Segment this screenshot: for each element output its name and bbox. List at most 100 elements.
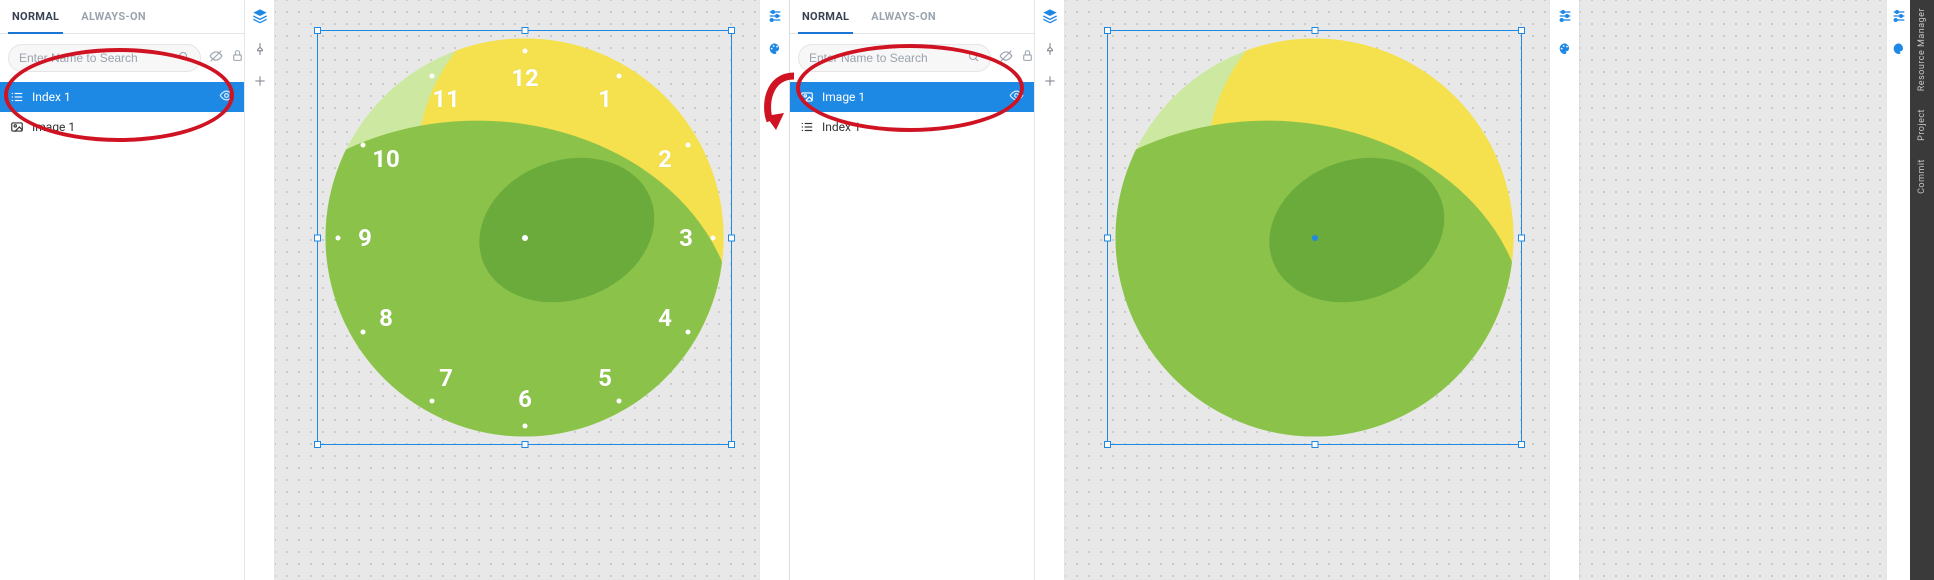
layer-actions (999, 49, 1034, 67)
resize-handle[interactable] (1518, 441, 1525, 448)
clock-number: 9 (358, 224, 372, 252)
settings-sliders-icon[interactable] (767, 8, 783, 28)
clock-number: 6 (518, 385, 532, 413)
canvas-extra[interactable] (1580, 0, 1886, 580)
pin-icon[interactable] (253, 42, 267, 60)
paint-icon[interactable] (1557, 42, 1573, 62)
search-row (790, 34, 1034, 78)
resize-handle[interactable] (1518, 27, 1525, 34)
resize-handle[interactable] (314, 441, 321, 448)
clock-center-only (1108, 31, 1521, 444)
plus-icon[interactable] (1043, 74, 1057, 92)
clock-tick (430, 399, 435, 404)
clock-tick (523, 424, 528, 429)
clock-number: 8 (379, 304, 393, 332)
selection-bounds[interactable] (1107, 30, 1522, 445)
resize-handle[interactable] (1104, 27, 1111, 34)
resize-handle[interactable] (521, 27, 528, 34)
resize-handle[interactable] (521, 441, 528, 448)
pin-icon[interactable] (1043, 42, 1057, 60)
resize-handle[interactable] (1311, 441, 1318, 448)
resize-handle[interactable] (1104, 234, 1111, 241)
resize-handle[interactable] (314, 27, 321, 34)
layer-item-index[interactable]: Index 1 (0, 82, 244, 112)
tab-always-on[interactable]: ALWAYS-ON (77, 2, 150, 33)
layer-item-image[interactable]: Image 1 (790, 82, 1034, 112)
clock-tick (523, 49, 528, 54)
search-input[interactable] (19, 51, 174, 65)
clock-number: 4 (658, 304, 672, 332)
extra-canvas-area: Resource Manager Project Commit (1580, 0, 1934, 580)
clock-number: 7 (439, 364, 453, 392)
resize-handle[interactable] (728, 234, 735, 241)
clock-number: 5 (598, 364, 612, 392)
layers-icon[interactable] (1042, 8, 1058, 28)
layer-item-index[interactable]: Index 1 (790, 112, 1034, 142)
resize-handle[interactable] (1311, 27, 1318, 34)
lock-icon[interactable] (1021, 49, 1034, 67)
clock-face-index: 12 1 2 3 4 5 6 7 8 9 10 11 (318, 31, 731, 444)
clock-tick (361, 143, 366, 148)
visibility-on-icon[interactable] (219, 88, 234, 106)
clock-number: 11 (432, 85, 460, 113)
tab-always-on[interactable]: ALWAYS-ON (867, 2, 940, 33)
paint-icon[interactable] (1891, 42, 1907, 62)
resize-handle[interactable] (1104, 441, 1111, 448)
clock-tick (711, 236, 716, 241)
tab-normal[interactable]: NORMAL (8, 2, 63, 33)
plus-icon[interactable] (253, 74, 267, 92)
settings-sliders-icon[interactable] (1891, 8, 1907, 28)
dock-tab-resource-manager[interactable]: Resource Manager (1917, 8, 1927, 91)
properties-tool-strip (1549, 0, 1579, 580)
selection-center (1312, 235, 1318, 241)
dock-tab-commit[interactable]: Commit (1917, 159, 1927, 194)
tab-bar: NORMAL ALWAYS-ON (0, 0, 244, 34)
paint-icon[interactable] (767, 42, 783, 62)
properties-tool-strip (1886, 0, 1910, 580)
clock-number: 1 (598, 85, 612, 113)
search-icon (968, 51, 980, 66)
layer-item-image[interactable]: Image 1 (0, 112, 244, 142)
selection-bounds[interactable]: 12 1 2 3 4 5 6 7 8 9 10 11 (317, 30, 732, 445)
panel-before: NORMAL ALWAYS-ON (0, 0, 790, 580)
index-icon (800, 121, 814, 133)
resize-handle[interactable] (728, 441, 735, 448)
clock-tick (430, 74, 435, 79)
lock-icon[interactable] (231, 49, 244, 67)
layer-label: Index 1 (32, 90, 71, 104)
index-icon (10, 91, 24, 103)
layer-label: Image 1 (32, 120, 75, 134)
search-input-wrap[interactable] (798, 44, 991, 72)
clock-number: 2 (658, 145, 672, 173)
clock-tick (686, 143, 691, 148)
properties-tool-strip (759, 0, 789, 580)
clock-tick (686, 330, 691, 335)
layer-sidebar: NORMAL ALWAYS-ON (790, 0, 1035, 580)
search-input-wrap[interactable] (8, 44, 201, 72)
resize-handle[interactable] (728, 27, 735, 34)
tool-strip (245, 0, 275, 580)
layer-label: Index 1 (822, 120, 861, 134)
visibility-toggle-icon[interactable] (999, 49, 1013, 67)
clock-number: 12 (511, 64, 539, 92)
search-input[interactable] (809, 51, 964, 65)
canvas[interactable]: 12 1 2 3 4 5 6 7 8 9 10 11 (275, 0, 759, 580)
tab-normal[interactable]: NORMAL (798, 2, 853, 33)
clock-tick (336, 236, 341, 241)
canvas-grid (1580, 0, 1886, 580)
visibility-on-icon[interactable] (1009, 88, 1024, 106)
search-icon (178, 51, 190, 66)
image-icon (10, 121, 24, 133)
search-row (0, 34, 244, 78)
tab-bar: NORMAL ALWAYS-ON (790, 0, 1034, 34)
canvas[interactable] (1065, 0, 1549, 580)
dock-tab-project[interactable]: Project (1917, 109, 1927, 141)
layer-sidebar: NORMAL ALWAYS-ON (0, 0, 245, 580)
visibility-toggle-icon[interactable] (209, 49, 223, 67)
clock-tick (617, 399, 622, 404)
resize-handle[interactable] (314, 234, 321, 241)
layers-icon[interactable] (252, 8, 268, 28)
resize-handle[interactable] (1518, 234, 1525, 241)
settings-sliders-icon[interactable] (1557, 8, 1573, 28)
layer-list: Image 1 Index 1 (790, 78, 1034, 142)
